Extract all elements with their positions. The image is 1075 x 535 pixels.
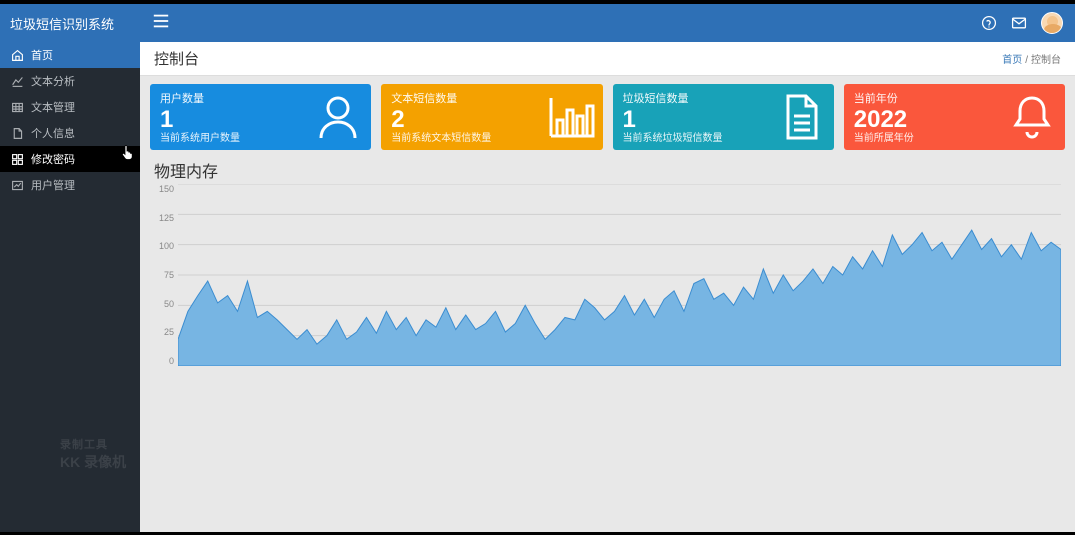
sidebar-item-label: 修改密码 (31, 151, 75, 167)
sidebar-item-3[interactable]: 个人信息 (0, 120, 140, 146)
y-tick: 125 (150, 213, 174, 223)
main-area: 控制台 首页/控制台 用户数量1当前系统用户数量文本短信数量2当前系统文本短信数… (140, 4, 1075, 532)
file-icon (776, 92, 826, 142)
page-header: 控制台 首页/控制台 (140, 42, 1075, 76)
y-tick: 25 (150, 327, 174, 337)
y-tick: 50 (150, 299, 174, 309)
chart-y-axis-labels: 150 125 100 75 50 25 0 (150, 184, 178, 366)
sidebar-item-1[interactable]: 文本分析 (0, 68, 140, 94)
help-icon[interactable] (981, 15, 997, 31)
sidebar-nav: 首页文本分析文本管理个人信息修改密码用户管理 (0, 42, 140, 198)
chart2-icon (10, 178, 24, 192)
sidebar-item-5[interactable]: 用户管理 (0, 172, 140, 198)
sidebar-item-label: 首页 (31, 47, 53, 63)
breadcrumb-sep: / (1025, 55, 1028, 66)
chart-title: 物理内存 (154, 158, 1065, 182)
bell-icon (1007, 92, 1057, 142)
chart-section: 物理内存 150 125 100 75 50 25 0 (150, 158, 1065, 380)
sidebar-item-label: 文本管理 (31, 99, 75, 115)
app-root: 垃圾短信识别系统 首页文本分析文本管理个人信息修改密码用户管理 录制工具 KK … (0, 4, 1075, 532)
brand-title: 垃圾短信识别系统 (0, 4, 140, 42)
chart-svg (178, 184, 1061, 366)
stat-card-row: 用户数量1当前系统用户数量文本短信数量2当前系统文本短信数量垃圾短信数量1当前系… (150, 84, 1065, 150)
home-icon (10, 48, 24, 62)
grid-icon (10, 152, 24, 166)
content: 用户数量1当前系统用户数量文本短信数量2当前系统文本短信数量垃圾短信数量1当前系… (140, 76, 1075, 532)
stat-card-3[interactable]: 当前年份2022当前所属年份 (844, 84, 1065, 150)
bar-icon (545, 92, 595, 142)
sidebar-item-label: 个人信息 (31, 125, 75, 141)
stat-card-2[interactable]: 垃圾短信数量1当前系统垃圾短信数量 (613, 84, 834, 150)
y-tick: 0 (150, 356, 174, 366)
sidebar: 垃圾短信识别系统 首页文本分析文本管理个人信息修改密码用户管理 录制工具 KK … (0, 4, 140, 532)
stat-card-desc: 当前所属年份 (854, 129, 914, 144)
y-tick: 150 (150, 184, 174, 194)
stat-card-desc: 当前系统文本短信数量 (391, 129, 491, 144)
watermark-line2: KK 录像机 (60, 452, 140, 472)
breadcrumb-root[interactable]: 首页 (1002, 55, 1022, 66)
user-avatar[interactable] (1041, 12, 1063, 34)
doc-icon (10, 126, 24, 140)
stat-card-desc: 当前系统用户数量 (160, 129, 240, 144)
hand-cursor-icon (120, 144, 136, 160)
sidebar-item-label: 用户管理 (31, 177, 75, 193)
page-title: 控制台 (154, 48, 199, 69)
menu-toggle-icon[interactable] (152, 12, 172, 35)
sidebar-item-0[interactable]: 首页 (0, 42, 140, 68)
breadcrumb: 首页/控制台 (1002, 51, 1061, 66)
table-icon (10, 100, 24, 114)
stat-card-desc: 当前系统垃圾短信数量 (623, 129, 723, 144)
recorder-watermark: 录制工具 KK 录像机 (0, 436, 140, 532)
y-tick: 75 (150, 270, 174, 280)
y-tick: 100 (150, 241, 174, 251)
user-icon (313, 92, 363, 142)
topbar (140, 4, 1075, 42)
sidebar-item-2[interactable]: 文本管理 (0, 94, 140, 120)
watermark-line1: 录制工具 (60, 436, 140, 452)
sidebar-item-4[interactable]: 修改密码 (0, 146, 140, 172)
sidebar-item-label: 文本分析 (31, 73, 75, 89)
stat-card-1[interactable]: 文本短信数量2当前系统文本短信数量 (381, 84, 602, 150)
stat-card-0[interactable]: 用户数量1当前系统用户数量 (150, 84, 371, 150)
chart-icon (10, 74, 24, 88)
topbar-right (981, 12, 1063, 34)
chart-wrap: 150 125 100 75 50 25 0 (150, 184, 1065, 380)
breadcrumb-current: 控制台 (1031, 55, 1061, 66)
mail-icon[interactable] (1011, 15, 1027, 31)
chart-plot (178, 184, 1061, 366)
